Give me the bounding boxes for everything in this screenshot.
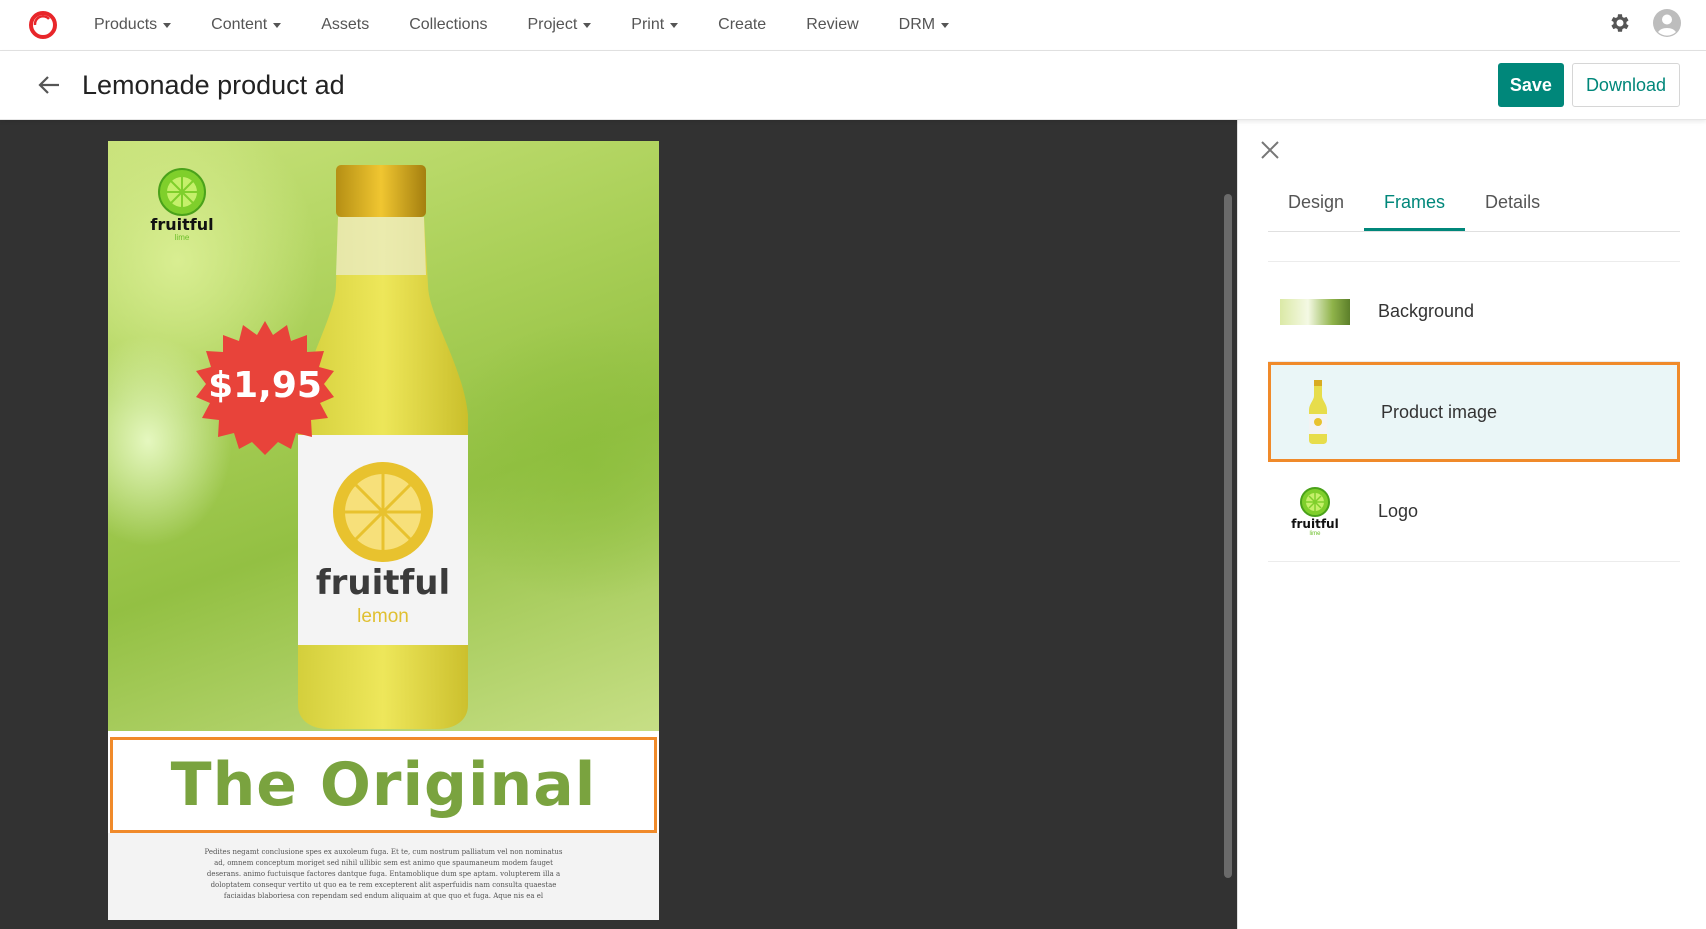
logo-brand-text: fruitful xyxy=(150,215,214,234)
editor-header: Lemonade product ad Save Download xyxy=(0,51,1706,120)
settings-gear-icon[interactable] xyxy=(1608,11,1632,40)
nav-item-print[interactable]: Print xyxy=(631,16,679,34)
caret-down-icon xyxy=(670,22,679,28)
nav-item-project[interactable]: Project xyxy=(527,16,592,34)
header-actions: Save Download xyxy=(1497,63,1680,107)
tab-frames[interactable]: Frames xyxy=(1364,180,1466,231)
download-button[interactable]: Download xyxy=(1571,63,1680,107)
canvas-scrollbar[interactable] xyxy=(1224,194,1232,878)
nav-item-products[interactable]: Products xyxy=(94,16,172,34)
back-arrow-icon[interactable] xyxy=(36,72,62,98)
frame-item-product-image[interactable]: Product image xyxy=(1268,362,1680,462)
logo-thumbnail: fruitful lime xyxy=(1280,479,1350,545)
frame-label: Product image xyxy=(1381,401,1498,422)
caret-down-icon xyxy=(163,22,172,28)
frame-label: Logo xyxy=(1378,501,1419,521)
nav-item-assets[interactable]: Assets xyxy=(321,16,369,34)
tab-design[interactable]: Design xyxy=(1268,180,1364,231)
frames-list: Background Product image fruitful lime L… xyxy=(1268,261,1680,562)
background-thumbnail xyxy=(1280,279,1350,345)
bottle-brand-text: fruitful xyxy=(315,563,451,603)
document-page[interactable]: fruitful lime fruitful lemon $1,95 The O… xyxy=(108,141,659,920)
nav-item-review[interactable]: Review xyxy=(806,16,858,34)
logo-sub-text: lime xyxy=(174,233,190,242)
user-avatar-icon[interactable] xyxy=(1652,8,1682,43)
page-title: Lemonade product ad xyxy=(82,69,345,100)
frame-item-background[interactable]: Background xyxy=(1268,262,1680,362)
nav-item-content[interactable]: Content xyxy=(211,16,282,34)
nav-item-collections[interactable]: Collections xyxy=(409,16,487,34)
body-text: Pedites negamt conclusione spes ex auxol… xyxy=(204,848,563,900)
brand-logo-icon[interactable] xyxy=(22,0,64,51)
tab-details[interactable]: Details xyxy=(1465,180,1560,231)
lime-logo-icon xyxy=(158,168,206,216)
logo-thumb-text: fruitful xyxy=(1291,516,1339,531)
close-icon[interactable] xyxy=(1258,138,1282,162)
frame-item-logo[interactable]: fruitful lime Logo xyxy=(1268,462,1680,562)
nav-item-drm[interactable]: DRM xyxy=(899,16,950,34)
document-canvas[interactable]: fruitful lime fruitful lemon $1,95 The O… xyxy=(0,120,1237,929)
body-text-frame[interactable]: Pedites negamt conclusione spes ex auxol… xyxy=(108,833,659,920)
brand-logo-frame[interactable]: fruitful lime xyxy=(146,167,218,249)
caret-down-icon xyxy=(941,22,950,28)
properties-panel: Design Frames Details Background Product… xyxy=(1237,120,1706,929)
caret-down-icon xyxy=(583,22,592,28)
headline-text: The Original xyxy=(170,750,597,820)
nav-right-actions xyxy=(1608,0,1682,51)
panel-tabs: Design Frames Details xyxy=(1268,180,1680,232)
caret-down-icon xyxy=(273,22,282,28)
save-button[interactable]: Save xyxy=(1497,63,1564,107)
nav-menu: Products Content Assets Collections Proj… xyxy=(94,16,989,34)
frame-label: Background xyxy=(1378,301,1475,321)
price-text: $1,95 xyxy=(208,365,322,406)
bottle-flavor-text: lemon xyxy=(357,606,409,627)
bottle-thumbnail xyxy=(1283,379,1353,445)
headline-frame[interactable]: The Original xyxy=(110,737,657,833)
logo-thumb-sub: lime xyxy=(1309,530,1321,537)
top-navigation: Products Content Assets Collections Proj… xyxy=(0,0,1706,51)
nav-item-create[interactable]: Create xyxy=(718,16,766,34)
price-badge-frame[interactable]: $1,95 xyxy=(196,321,334,459)
